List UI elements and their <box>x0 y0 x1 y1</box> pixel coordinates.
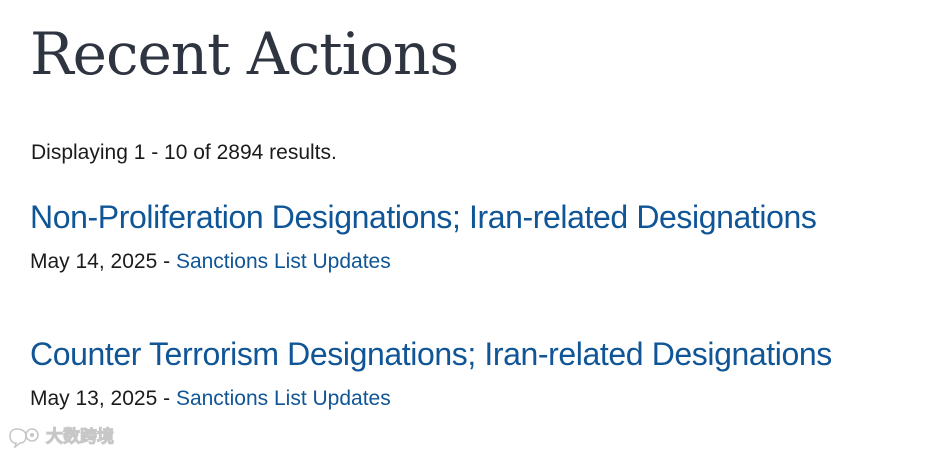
action-category-link[interactable]: Sanctions List Updates <box>176 387 391 410</box>
action-date: May 14, 2025 <box>30 250 158 273</box>
chat-bubble-logo-icon <box>9 428 39 448</box>
page-title: Recent Actions <box>30 20 459 88</box>
list-item: Counter Terrorism Designations; Iran-rel… <box>30 333 944 457</box>
list-item: Non-Proliferation Designations; Iran-rel… <box>30 196 944 333</box>
result-summary: Displaying 1 - 10 of 2894 results. <box>31 141 337 164</box>
action-category-link[interactable]: Sanctions List Updates <box>176 250 391 273</box>
action-date: May 13, 2025 <box>30 387 158 410</box>
meta-separator: - <box>157 387 176 410</box>
watermark-text: 大数跨境 <box>46 427 115 448</box>
action-meta: May 14, 2025 - Sanctions List Updates <box>30 248 944 276</box>
action-meta: May 13, 2025 - Sanctions List Updates <box>30 385 944 413</box>
action-title-link[interactable]: Non-Proliferation Designations; Iran-rel… <box>30 196 944 238</box>
meta-separator: - <box>157 250 176 273</box>
action-title-link[interactable]: Counter Terrorism Designations; Iran-rel… <box>30 333 944 375</box>
recent-actions-list: Non-Proliferation Designations; Iran-rel… <box>30 196 944 457</box>
watermark: 大数跨境 <box>8 426 115 448</box>
